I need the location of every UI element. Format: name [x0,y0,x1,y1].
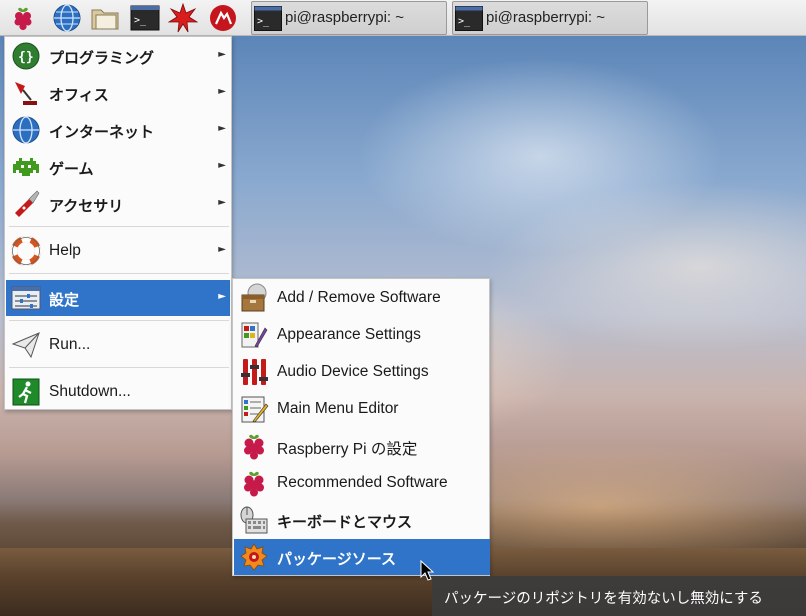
office-lamp-icon [11,78,41,108]
submenu-item-raspberry-pi-config[interactable]: Raspberry Pi の設定 [234,428,490,464]
svg-text:{}: {} [18,50,34,65]
taskbar-task-terminal-2[interactable]: >_ pi@raspberrypi: ~ [452,1,648,35]
submenu-item-appearance-settings[interactable]: Appearance Settings [234,317,490,353]
tooltip: パッケージのリポジトリを有効ないし無効にする [432,576,806,616]
menu-item-label: Appearance Settings [277,326,421,343]
submenu-arrow-icon: ► [218,244,226,255]
menu-item-label: プログラミング [49,49,155,67]
submenu-arrow-icon: ► [218,49,226,60]
submenu-item-add-remove-software[interactable]: Add / Remove Software [234,280,490,316]
submenu-arrow-icon: ► [218,197,226,208]
menu-item-label: 設定 [49,291,80,309]
run-paper-plane-icon [11,330,41,360]
package-box-icon [239,283,269,313]
programming-braces-icon: {} [11,41,41,71]
submenu-item-package-sources[interactable]: パッケージソース [234,539,490,575]
menu-item-label: インターネット [49,123,155,141]
accessories-knife-icon [11,189,41,219]
menu-item-programming[interactable]: {} プログラミング ► [6,38,230,74]
menu-separator [9,367,229,368]
package-sources-gear-icon [239,542,269,572]
globe-web-browser-icon[interactable] [52,3,82,33]
menu-separator [9,273,229,274]
game-invader-icon [11,152,41,182]
menu-item-internet[interactable]: インターネット ► [6,112,230,148]
menu-item-label: Recommended Software [277,474,448,491]
menu-editor-icon [239,394,269,424]
tooltip-text: パッケージのリポジトリを有効ないし無効にする [444,591,763,607]
menu-item-label: Run... [49,336,91,353]
menu-item-accessories[interactable]: アクセサリ ► [6,186,230,222]
menu-item-label: Shutdown... [49,383,131,400]
menu-item-label: Add / Remove Software [277,289,441,306]
svg-text:>_: >_ [134,15,147,26]
preferences-submenu: Add / Remove Software Appearance Setting… [232,278,490,576]
menu-item-help[interactable]: Help ► [6,233,230,269]
terminal-icon: >_ [254,6,282,31]
main-menu: {} プログラミング ► オフィス ► インターネット ► ゲーム ► アクセサ… [4,36,232,410]
raspberry-recommended-icon [239,468,269,498]
taskbar-task-terminal-1[interactable]: >_ pi@raspberrypi: ~ [251,1,447,35]
terminal-icon[interactable]: >_ [130,3,160,33]
svg-text:>_: >_ [458,16,471,27]
folder-file-manager-icon[interactable] [90,3,120,33]
keyboard-mouse-icon [239,505,269,535]
menu-item-label: Main Menu Editor [277,400,399,417]
menu-item-games[interactable]: ゲーム ► [6,149,230,185]
menu-separator [9,320,229,321]
raspberry-menu-icon[interactable] [8,3,38,33]
taskbar: >_ >_ pi@raspberrypi: ~ >_ pi@raspberryp… [0,0,806,36]
submenu-item-recommended-software[interactable]: Recommended Software [234,465,490,501]
submenu-item-audio-device-settings[interactable]: Audio Device Settings [234,354,490,390]
menu-item-preferences[interactable]: 設定 ► [6,280,230,316]
submenu-item-keyboard-mouse[interactable]: キーボードとマウス [234,502,490,538]
menu-item-label: Raspberry Pi の設定 [277,441,418,458]
menu-item-label: パッケージソース [277,550,396,568]
appearance-palette-icon [239,320,269,350]
help-lifebuoy-icon [11,236,41,266]
menu-item-shutdown[interactable]: Shutdown... [6,374,230,410]
menu-item-label: Audio Device Settings [277,363,429,380]
preferences-sliders-icon [11,283,41,313]
raspberry-config-icon [239,431,269,461]
menu-item-office[interactable]: オフィス ► [6,75,230,111]
submenu-item-main-menu-editor[interactable]: Main Menu Editor [234,391,490,427]
submenu-arrow-icon: ► [218,123,226,134]
task-label: pi@raspberrypi: ~ [285,9,405,26]
audio-mixer-icon [239,357,269,387]
shutdown-exit-icon [11,377,41,407]
menu-item-label: アクセサリ [49,197,124,215]
submenu-arrow-icon: ► [218,86,226,97]
menu-separator [9,226,229,227]
svg-text:>_: >_ [257,16,270,27]
mathematica-star-icon[interactable] [167,2,199,33]
menu-item-label: オフィス [49,86,109,104]
terminal-icon: >_ [455,6,483,31]
menu-item-label: ゲーム [49,160,94,178]
menu-item-label: キーボードとマウス [277,513,413,531]
menu-item-run[interactable]: Run... [6,327,230,363]
menu-item-label: Help [49,242,81,259]
wolfram-icon[interactable] [208,3,238,33]
task-label: pi@raspberrypi: ~ [486,9,606,26]
submenu-arrow-icon: ► [218,160,226,171]
submenu-arrow-icon: ► [218,291,226,302]
internet-globe-icon [11,115,41,145]
